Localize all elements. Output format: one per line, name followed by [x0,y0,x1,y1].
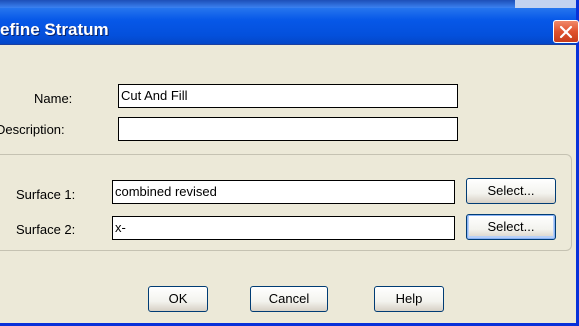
surface1-select-button[interactable]: Select... [466,178,556,204]
help-button[interactable]: Help [374,286,444,312]
ok-button[interactable]: OK [148,286,208,312]
title-bar-top-strip [0,0,576,8]
name-label: Name: [34,91,73,106]
title-bar[interactable]: efine Stratum [0,0,579,45]
description-label: Description: [0,122,65,137]
dialog-title: efine Stratum [0,20,109,39]
surface2-select-button[interactable]: Select... [466,214,556,240]
define-stratum-dialog: efine Stratum Name: Cut And Fill Descrip… [0,0,579,326]
name-field[interactable]: Cut And Fill [118,84,458,108]
surface2-label: Surface 2: [16,222,76,237]
surface2-field[interactable]: x- [112,216,455,240]
surface1-label: Surface 1: [16,187,76,202]
window-controls-strip [515,0,576,8]
surface1-field[interactable]: combined revised [112,180,455,204]
close-icon [559,25,573,39]
cancel-button[interactable]: Cancel [250,286,328,312]
close-button[interactable] [553,20,579,43]
description-field[interactable] [118,117,458,141]
